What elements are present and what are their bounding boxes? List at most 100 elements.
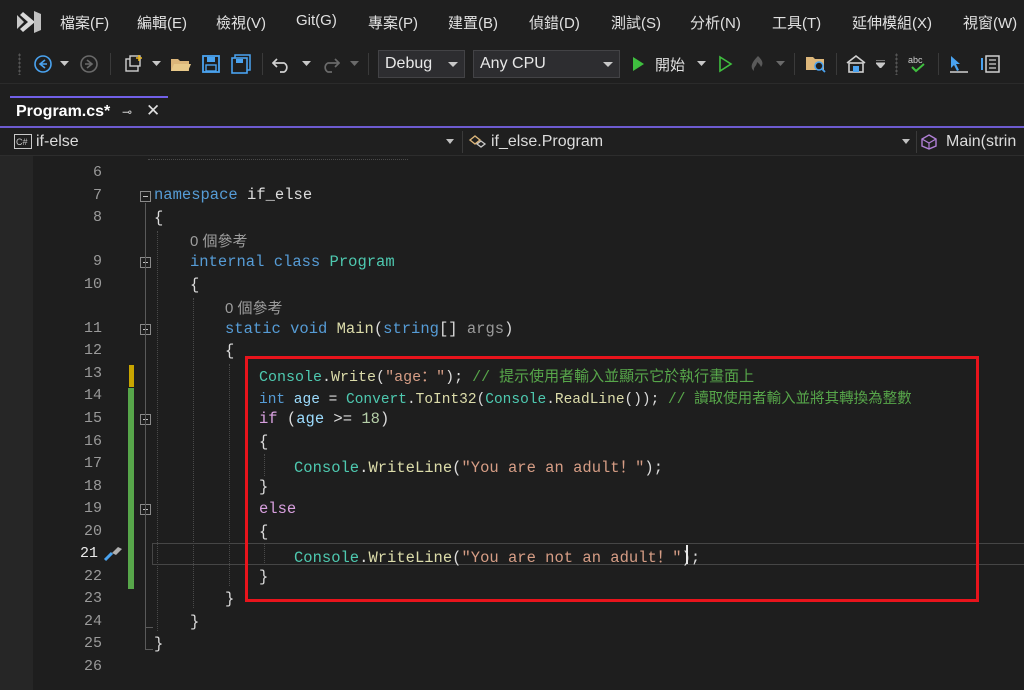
token: if_else: [237, 186, 313, 204]
class-icon: [468, 135, 487, 148]
code-line-12: {: [225, 342, 234, 360]
token: Main: [327, 320, 374, 338]
token: string: [383, 320, 439, 338]
undo-dropdown-chevron-icon[interactable]: [300, 52, 312, 76]
select-element-icon[interactable]: [946, 52, 972, 76]
code-editor[interactable]: 6 7 8 9 10 11 12 13 14 15 16 17 18 19 20…: [0, 156, 1024, 690]
collapse-namespace-icon[interactable]: [140, 191, 151, 202]
menu-project[interactable]: 專案(P): [368, 12, 418, 33]
project-name: if-else: [36, 133, 79, 150]
token: }: [154, 635, 164, 653]
solution-platform-select[interactable]: Any CPU: [473, 50, 620, 78]
chevron-down-icon: [446, 139, 454, 144]
menu-window[interactable]: 視窗(W): [963, 12, 1017, 33]
token: }: [190, 613, 200, 631]
outline-end: [145, 627, 153, 628]
class-references-codelens[interactable]: 0 個參考: [190, 230, 248, 251]
line-number: 22: [83, 568, 102, 585]
find-in-files-icon[interactable]: [804, 52, 828, 76]
start-label: 開始: [655, 56, 686, 74]
publish-icon[interactable]: [844, 52, 868, 76]
screwdriver-quick-action-icon[interactable]: [102, 545, 124, 563]
menu-extensions[interactable]: 延伸模組(X): [852, 12, 932, 33]
code-line-24: }: [190, 613, 199, 631]
visual-studio-logo-icon[interactable]: [14, 8, 44, 36]
chevron-down-icon: [448, 62, 458, 67]
code-line-23: }: [225, 590, 234, 608]
toolbar-grip[interactable]: [18, 53, 21, 75]
member-name: Main(strin: [946, 133, 1017, 150]
unsaved-change-marker: [129, 365, 134, 387]
redo-dropdown-chevron-icon[interactable]: [348, 52, 360, 76]
tab-title: Program.cs*: [16, 103, 111, 120]
token: }: [225, 590, 235, 608]
toolbar-separator: [794, 53, 795, 75]
svg-text:C#: C#: [16, 137, 28, 147]
menu-tools[interactable]: 工具(T): [772, 12, 821, 33]
document-tab-strip: Program.cs* ⊸ ✕: [0, 96, 1024, 126]
token: (: [373, 320, 384, 338]
line-number: 10: [83, 276, 102, 293]
spell-check-icon[interactable]: abc: [905, 52, 931, 76]
live-property-explorer-icon[interactable]: [978, 52, 1004, 76]
member-dropdown[interactable]: Main(strin: [920, 131, 1024, 153]
tab-program-cs[interactable]: Program.cs* ⊸ ✕: [10, 96, 168, 126]
save-icon[interactable]: [199, 52, 223, 76]
new-project-dropdown-chevron-icon[interactable]: [150, 52, 162, 76]
token: ): [504, 320, 514, 338]
current-line-number: 21: [79, 545, 98, 562]
indent-guide: [157, 231, 158, 631]
menu-file[interactable]: 檔案(F): [60, 12, 109, 33]
type-name: if_else.Program: [491, 133, 604, 150]
highlight-annotation-box: [245, 356, 979, 602]
chevron-down-icon: [902, 139, 910, 144]
editor-left-margin: [0, 156, 33, 690]
start-without-debugging-icon[interactable]: [714, 52, 736, 76]
line-number: 9: [92, 253, 102, 270]
menu-bar: 檔案(F) 編輯(E) 檢視(V) Git(G) 專案(P) 建置(B) 偵錯(…: [0, 0, 1024, 44]
token: internal: [190, 253, 265, 271]
token: Program: [320, 253, 395, 271]
menu-view[interactable]: 檢視(V): [216, 12, 266, 33]
navigate-back-icon[interactable]: [32, 52, 54, 76]
solution-configuration-select[interactable]: Debug: [378, 50, 465, 78]
start-dropdown-chevron-icon[interactable]: [695, 52, 707, 76]
toolbar-overflow-chevron-icon[interactable]: [874, 52, 886, 76]
line-number: 11: [83, 320, 102, 337]
menu-git[interactable]: Git(G): [296, 12, 337, 29]
scrolled-region-indicator: [148, 150, 408, 160]
navbar-separator: [916, 131, 917, 153]
navigate-forward-icon[interactable]: [78, 52, 100, 76]
back-dropdown-chevron-icon[interactable]: [58, 52, 70, 76]
redo-icon[interactable]: [318, 52, 342, 76]
token: {: [190, 276, 200, 294]
pin-icon[interactable]: ⊸: [122, 105, 132, 119]
save-all-icon[interactable]: [229, 52, 253, 76]
toolbar-grip[interactable]: [895, 53, 898, 75]
type-dropdown[interactable]: if_else.Program: [468, 131, 912, 153]
code-line-11: static void Main(string[] args): [225, 320, 513, 338]
line-number: 17: [83, 455, 102, 472]
saved-change-marker: [128, 388, 134, 589]
line-number: 6: [92, 164, 102, 181]
menu-test[interactable]: 測試(S): [611, 12, 661, 33]
line-number: 25: [83, 635, 102, 652]
method-icon: [921, 134, 937, 150]
close-icon[interactable]: ✕: [146, 101, 160, 121]
navbar-separator: [462, 131, 463, 153]
menu-debug[interactable]: 偵錯(D): [529, 12, 580, 33]
menu-analyze[interactable]: 分析(N): [690, 12, 741, 33]
undo-icon[interactable]: [270, 52, 294, 76]
menu-build[interactable]: 建置(B): [448, 12, 498, 33]
menu-edit[interactable]: 編輯(E): [137, 12, 187, 33]
hot-reload-icon[interactable]: [746, 52, 770, 76]
new-project-icon[interactable]: [120, 52, 148, 76]
code-line-8: {: [154, 209, 163, 227]
chevron-down-icon: [603, 62, 613, 67]
token: namespace: [154, 186, 238, 204]
open-folder-icon[interactable]: [169, 52, 193, 76]
play-icon: [633, 57, 644, 71]
method-references-codelens[interactable]: 0 個參考: [225, 297, 283, 318]
hot-reload-dropdown-chevron-icon[interactable]: [774, 52, 786, 76]
svg-text:abc: abc: [908, 55, 923, 65]
